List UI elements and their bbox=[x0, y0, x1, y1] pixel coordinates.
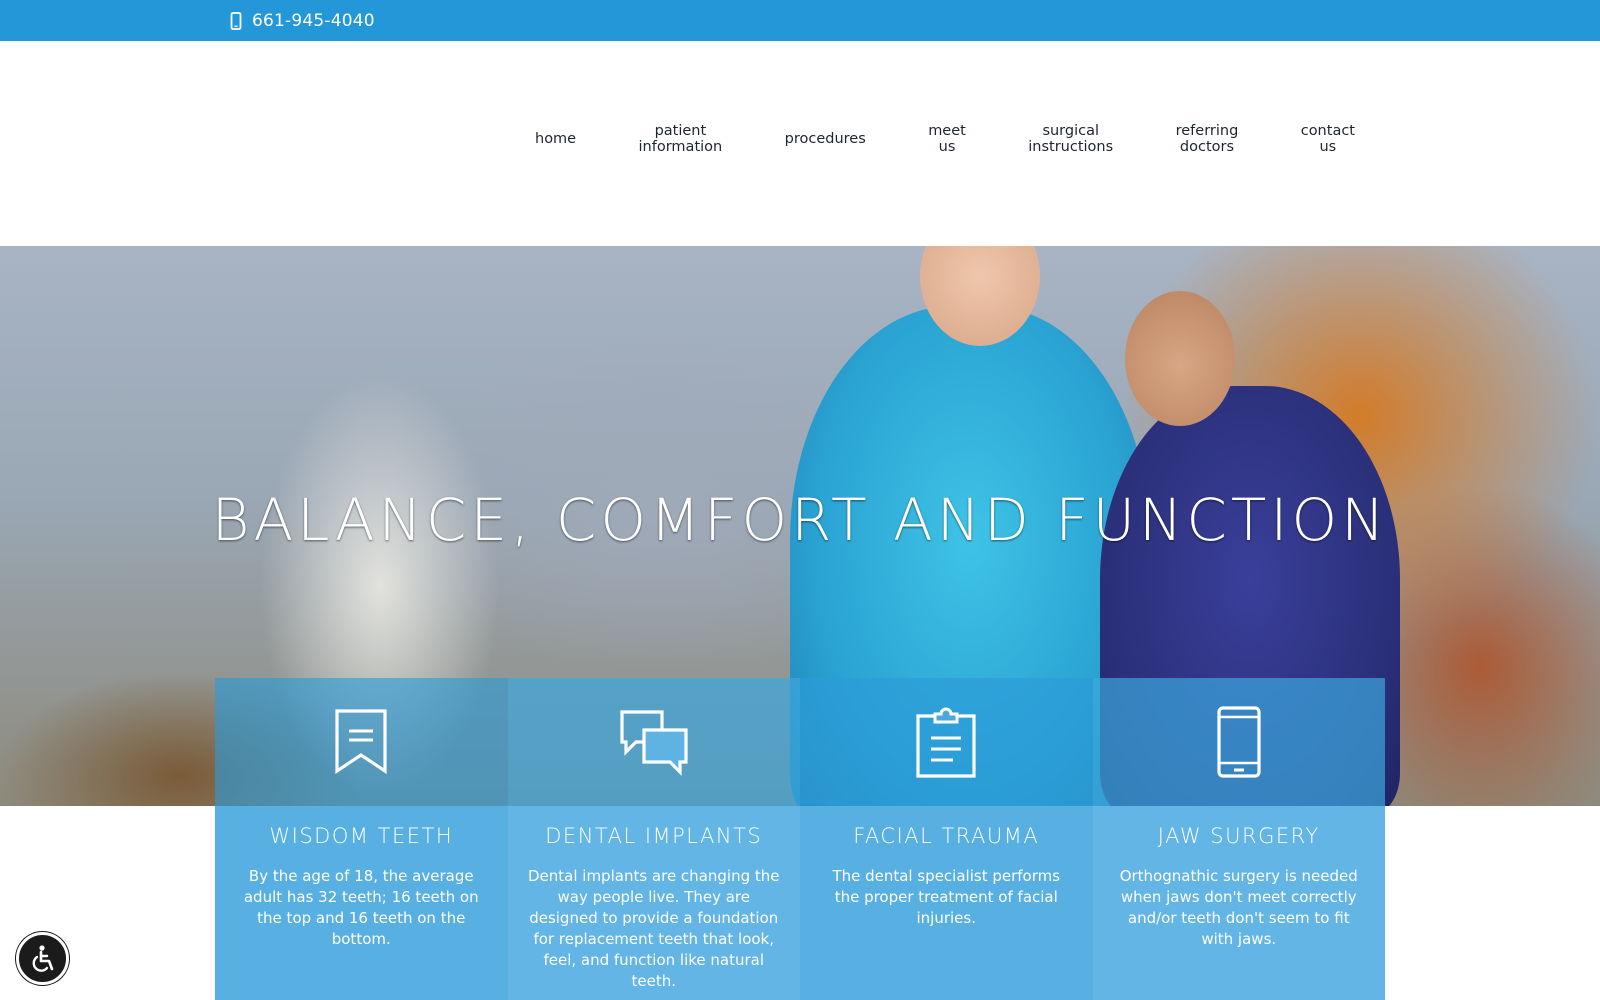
nav-item-procedures[interactable]: procedures bbox=[775, 125, 876, 153]
card-icon-area bbox=[1092, 678, 1385, 806]
nav-item-label: procedures bbox=[784, 130, 866, 147]
nav-item-home[interactable]: home bbox=[525, 125, 586, 153]
nav-item-label-line2: information bbox=[638, 138, 723, 155]
card-body: DENTAL IMPLANTS Dental implants are chan… bbox=[507, 806, 800, 1000]
service-card-jaw-surgery[interactable]: JAW SURGERY Orthognathic surgery is need… bbox=[1092, 678, 1385, 1000]
hero-title: BALANCE, COMFORT AND FUNCTION bbox=[211, 486, 1389, 554]
nav-item-label: referring bbox=[1175, 122, 1239, 139]
card-text: By the age of 18, the average adult has … bbox=[243, 867, 479, 948]
service-card-facial-trauma[interactable]: FACIAL TRAUMA The dental specialist perf… bbox=[800, 678, 1093, 1000]
card-body: FACIAL TRAUMA The dental specialist perf… bbox=[800, 806, 1093, 1000]
nav-item-label: patient bbox=[654, 122, 707, 139]
nav-item-label: contact bbox=[1300, 122, 1355, 139]
service-card-dental-implants[interactable]: DENTAL IMPLANTS Dental implants are chan… bbox=[507, 678, 800, 1000]
nav-item-label-line2: us bbox=[938, 138, 956, 155]
card-title: DENTAL IMPLANTS bbox=[545, 824, 763, 848]
mobile-device-icon bbox=[1217, 706, 1261, 778]
wheelchair-icon bbox=[32, 944, 53, 972]
nav-item-label: home bbox=[535, 130, 577, 147]
nav-item-contact-us[interactable]: contact us bbox=[1291, 117, 1365, 161]
phone-link[interactable]: 661-945-4040 bbox=[230, 0, 375, 41]
service-card-wisdom-teeth[interactable]: WISDOM TEETH By the age of 18, the avera… bbox=[215, 678, 508, 1000]
card-icon-area bbox=[800, 678, 1093, 806]
card-text: The dental specialist performs the prope… bbox=[832, 867, 1061, 927]
card-title: JAW SURGERY bbox=[1157, 824, 1320, 848]
mobile-phone-icon bbox=[230, 11, 242, 30]
nav-item-referring-doctors[interactable]: referring doctors bbox=[1166, 117, 1249, 161]
accessibility-button[interactable] bbox=[16, 932, 69, 985]
card-icon-area bbox=[507, 678, 800, 806]
service-cards: WISDOM TEETH By the age of 18, the avera… bbox=[215, 678, 1385, 1000]
card-body: JAW SURGERY Orthognathic surgery is need… bbox=[1092, 806, 1385, 1000]
card-title: WISDOM TEETH bbox=[269, 824, 454, 848]
phone-number[interactable]: 661-945-4040 bbox=[252, 11, 375, 31]
nav-item-label-line2: us bbox=[1319, 138, 1337, 155]
card-title: FACIAL TRAUMA bbox=[853, 824, 1040, 848]
nav-item-meet-us[interactable]: meet us bbox=[918, 117, 976, 161]
card-text: Dental implants are changing the way peo… bbox=[527, 867, 780, 990]
main-navigation: home patient information procedures meet… bbox=[525, 41, 1365, 246]
top-bar: 661-945-4040 bbox=[0, 0, 1600, 41]
nav-item-surgical-instructions[interactable]: surgical instructions bbox=[1018, 117, 1123, 161]
nav-item-patient-information[interactable]: patient information bbox=[629, 117, 733, 161]
bookmark-icon bbox=[335, 709, 387, 774]
nav-item-label-line2: instructions bbox=[1028, 138, 1114, 155]
card-text: Orthognathic surgery is needed when jaws… bbox=[1119, 867, 1358, 948]
nav-item-label-line2: doctors bbox=[1179, 138, 1235, 155]
card-body: WISDOM TEETH By the age of 18, the avera… bbox=[215, 806, 508, 1000]
hero-photo-hiker-man-head bbox=[1125, 291, 1235, 426]
card-icon-area bbox=[215, 678, 508, 806]
nav-item-label: surgical bbox=[1042, 122, 1100, 139]
site-header: home patient information procedures meet… bbox=[0, 41, 1600, 246]
clipboard-icon bbox=[916, 707, 976, 778]
nav-item-label: meet bbox=[928, 122, 966, 139]
chat-bubbles-icon bbox=[620, 710, 688, 776]
